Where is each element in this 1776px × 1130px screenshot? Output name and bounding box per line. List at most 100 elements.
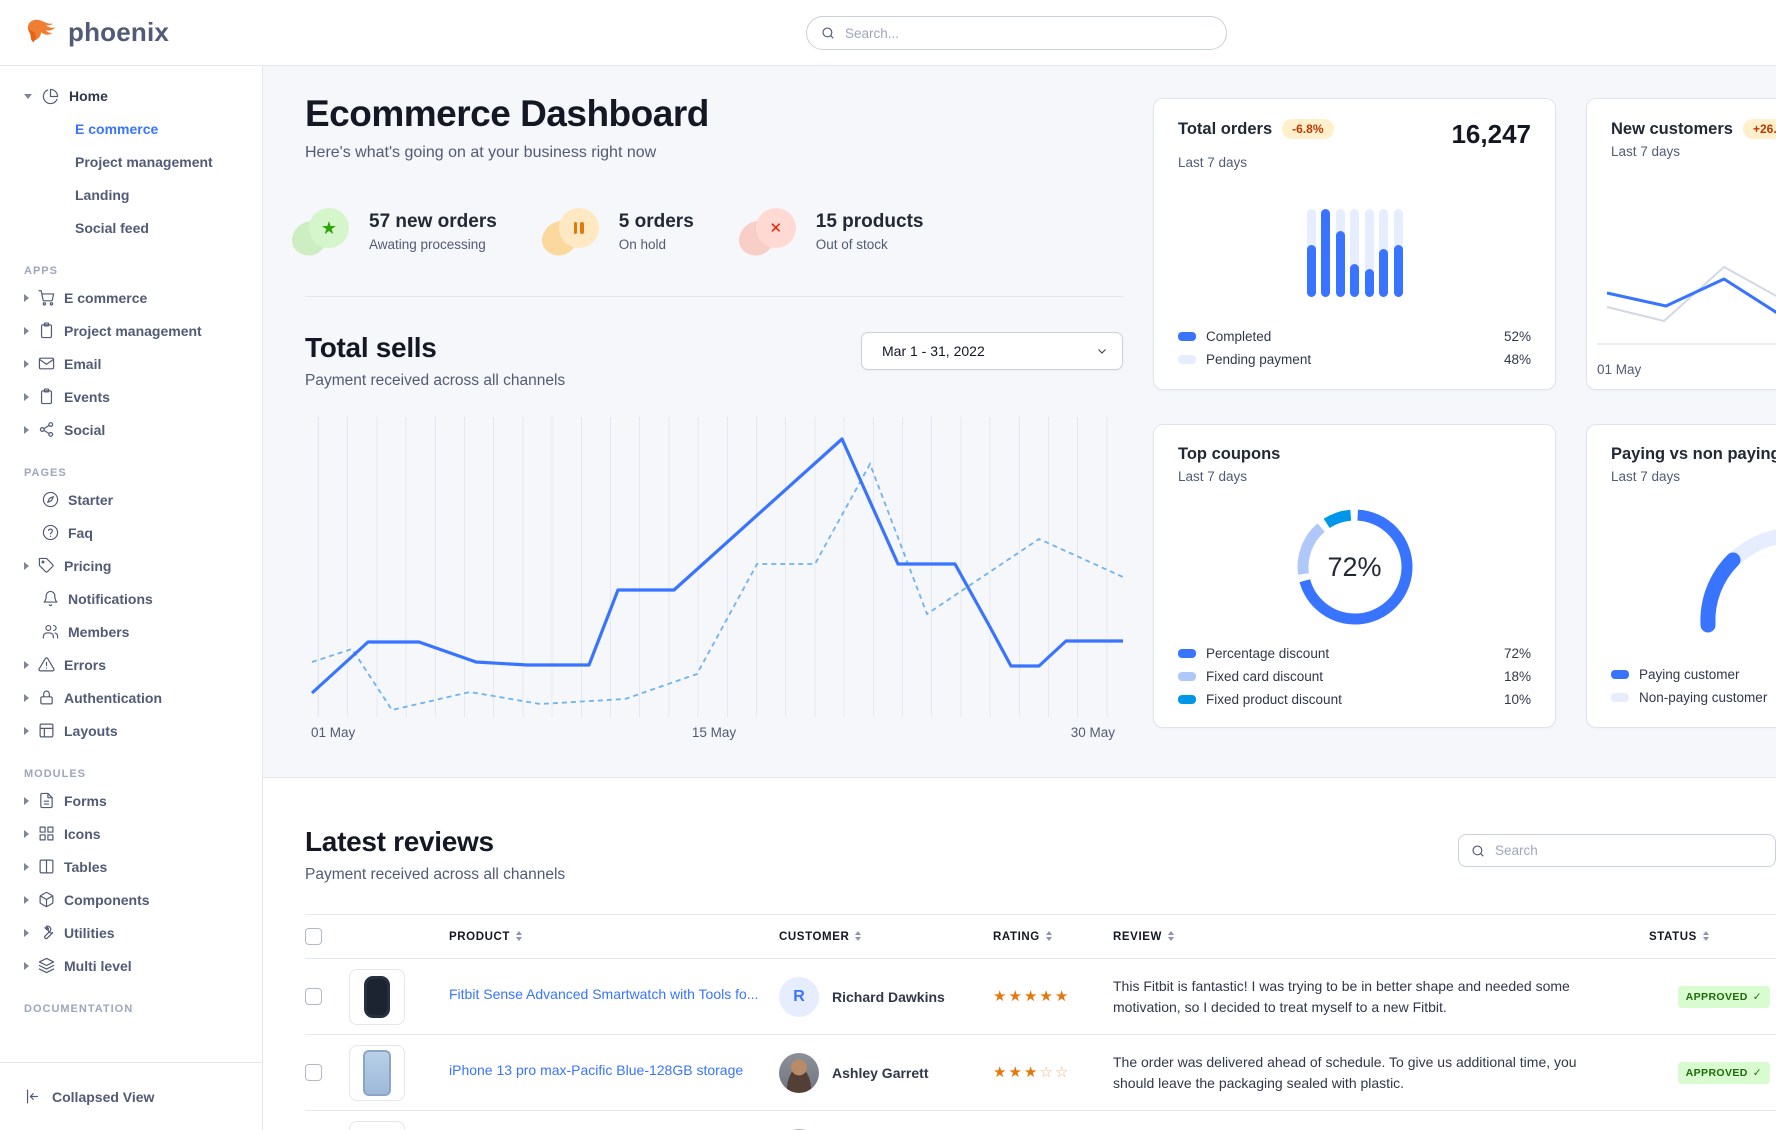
product-link[interactable]: Fitbit Sense Advanced Smartwatch with To… xyxy=(449,986,758,1002)
sidebar-item-forms[interactable]: Forms xyxy=(24,784,254,817)
reviews-search[interactable] xyxy=(1458,834,1776,867)
app-window: phoenix Home E commerce Project manageme… xyxy=(0,0,1776,1130)
file-text-icon xyxy=(38,792,55,809)
new-customers-x-label: 01 May xyxy=(1597,362,1641,377)
sidebar-item-layouts[interactable]: Layouts xyxy=(24,714,254,747)
select-all-checkbox-cell xyxy=(305,915,349,959)
row-checkbox[interactable] xyxy=(305,988,322,1005)
collapse-view-button[interactable]: Collapsed View xyxy=(24,1088,154,1105)
total-orders-value: 16,247 xyxy=(1451,119,1531,150)
main-content: Ecommerce Dashboard Here's what's going … xyxy=(263,66,1776,1130)
share-icon xyxy=(38,421,55,438)
x-icon: ✕ xyxy=(756,208,796,248)
sidebar-item-tables[interactable]: Tables xyxy=(24,850,254,883)
sidebar-item-apps-project-management[interactable]: Project management xyxy=(24,314,254,347)
customer-name: Richard Dawkins xyxy=(832,989,945,1005)
stat-out-of-stock: ✕ 15 products Out of stock xyxy=(752,208,924,254)
date-range-select[interactable]: Mar 1 - 31, 2022 xyxy=(861,332,1123,370)
product-image-fitbit[interactable] xyxy=(349,969,405,1025)
latest-reviews-subtitle: Payment received across all channels xyxy=(305,866,565,884)
sidebar-item-apps-ecommerce[interactable]: E commerce xyxy=(24,281,254,314)
clipboard-icon xyxy=(38,322,55,339)
product-link[interactable]: iPhone 13 pro max-Pacific Blue-128GB sto… xyxy=(449,1062,743,1078)
review-row: Fitbit Sense Advanced Smartwatch with To… xyxy=(305,959,1776,1035)
wrench-icon xyxy=(38,924,55,941)
column-review[interactable]: REVIEW xyxy=(1113,915,1649,959)
product-image-imac[interactable] xyxy=(349,1121,405,1130)
avatar: R xyxy=(779,977,819,1017)
search-icon xyxy=(821,26,835,40)
search-icon xyxy=(1471,844,1485,858)
sidebar-item-starter[interactable]: Starter xyxy=(24,483,254,516)
rating-stars: ★★★★★ xyxy=(993,988,1070,1005)
paying-gauge-chart xyxy=(1697,480,1776,650)
sidebar-item-pricing[interactable]: Pricing xyxy=(24,549,254,582)
cart-icon xyxy=(38,289,55,306)
total-orders-card: Total orders -6.8% 16,247 Last 7 days Co… xyxy=(1153,98,1556,390)
sidebar-item-home[interactable]: Home xyxy=(24,80,254,112)
sidebar-section-pages: PAGES xyxy=(24,467,254,479)
sidebar-item-landing[interactable]: Landing xyxy=(24,178,254,211)
sidebar-section-apps: APPS xyxy=(24,265,254,277)
column-customer[interactable]: CUSTOMER xyxy=(779,915,993,959)
legend-paying-customer: Paying customer xyxy=(1611,663,1776,686)
sidebar-item-utilities[interactable]: Utilities xyxy=(24,916,254,949)
global-search-input[interactable] xyxy=(845,26,1212,41)
sort-icon xyxy=(1168,931,1174,941)
sort-icon xyxy=(855,931,861,941)
sidebar-item-errors[interactable]: Errors xyxy=(24,648,254,681)
sort-icon xyxy=(1046,931,1052,941)
help-circle-icon xyxy=(42,524,59,541)
sidebar-item-social-feed[interactable]: Social feed xyxy=(24,211,254,244)
top-coupons-title: Top coupons xyxy=(1178,445,1531,464)
chevron-down-icon xyxy=(1096,345,1108,357)
total-sells-x-axis: 01 May 15 May 30 May xyxy=(305,725,1123,745)
rating-stars: ★★★☆☆ xyxy=(993,1064,1070,1081)
sidebar-item-social[interactable]: Social xyxy=(24,413,254,446)
product-image-iphone[interactable] xyxy=(349,1045,405,1101)
status-badge: APPROVED✓ xyxy=(1678,986,1770,1008)
kpi-cards: Total orders -6.8% 16,247 Last 7 days Co… xyxy=(1153,93,1776,777)
row-checkbox[interactable] xyxy=(305,1064,322,1081)
pie-chart-icon xyxy=(42,88,59,105)
sidebar-item-components[interactable]: Components xyxy=(24,883,254,916)
sidebar-item-notifications[interactable]: Notifications xyxy=(24,582,254,615)
sidebar-item-members[interactable]: Members xyxy=(24,615,254,648)
sidebar-item-events[interactable]: Events xyxy=(24,380,254,413)
paying-title: Paying vs non paying xyxy=(1611,445,1776,464)
sidebar-section-documentation: DOCUMENTATION xyxy=(24,1003,254,1015)
sidebar-item-authentication[interactable]: Authentication xyxy=(24,681,254,714)
global-search[interactable] xyxy=(806,16,1227,50)
compass-icon xyxy=(42,491,59,508)
grid-icon xyxy=(38,825,55,842)
customer-name: Ashley Garrett xyxy=(832,1065,928,1081)
reviews-table: PRODUCT CUSTOMER RATING REVIEW STATUS Fi… xyxy=(305,914,1776,1130)
column-rating[interactable]: RATING xyxy=(993,915,1113,959)
sidebar-item-ecommerce-dashboard[interactable]: E commerce xyxy=(24,112,254,145)
sidebar-item-faq[interactable]: Faq xyxy=(24,516,254,549)
mail-icon xyxy=(38,355,55,372)
new-customers-badge: +26.5% xyxy=(1743,119,1776,139)
latest-reviews-section: Latest reviews Payment received across a… xyxy=(263,777,1776,1130)
top-coupons-donut: 72% xyxy=(1285,497,1425,637)
select-all-checkbox[interactable] xyxy=(305,928,322,945)
column-status[interactable]: STATUS xyxy=(1649,915,1776,959)
sort-icon xyxy=(1703,931,1709,941)
column-product[interactable]: PRODUCT xyxy=(449,915,779,959)
total-orders-title: Total orders xyxy=(1178,120,1272,139)
sidebar-section-modules: MODULES xyxy=(24,768,254,780)
sidebar-item-project-management-dashboard[interactable]: Project management xyxy=(24,145,254,178)
legend-fixed-product-discount: Fixed product discount 10% xyxy=(1178,688,1531,711)
phoenix-logo-icon xyxy=(24,18,58,48)
reviews-search-input[interactable] xyxy=(1495,843,1763,858)
sidebar-item-icons[interactable]: Icons xyxy=(24,817,254,850)
sidebar-item-email[interactable]: Email xyxy=(24,347,254,380)
collapse-icon xyxy=(24,1088,41,1105)
total-sells-title: Total sells xyxy=(305,332,565,364)
columns-icon xyxy=(38,858,55,875)
legend-pending-payment: Pending payment 48% xyxy=(1178,348,1531,371)
sidebar-item-multi-level[interactable]: Multi level xyxy=(24,949,254,982)
total-sells-solid-series xyxy=(312,439,1123,693)
brand-logo[interactable]: phoenix xyxy=(24,17,169,48)
donut-center-value: 72% xyxy=(1285,497,1425,637)
